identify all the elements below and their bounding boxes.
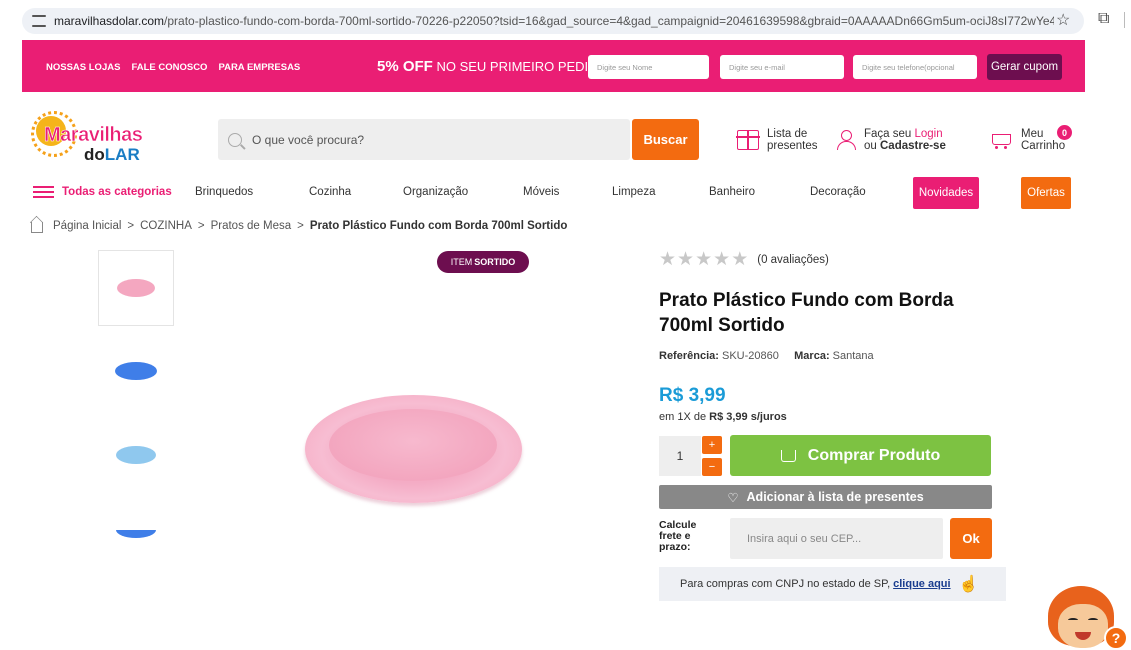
nav-item-banheiro[interactable]: Banheiro bbox=[709, 186, 755, 198]
add-to-gift-list-button[interactable]: ♡ Adicionar à lista de presentes bbox=[659, 485, 992, 509]
nav-item-limpeza[interactable]: Limpeza bbox=[612, 186, 655, 198]
hamburger-icon bbox=[33, 186, 54, 198]
nav-item-moveis[interactable]: Móveis bbox=[523, 186, 559, 198]
cart-icon bbox=[989, 130, 1013, 150]
cart-link[interactable]: Meu Carrinho bbox=[989, 128, 1065, 152]
product-thumbnail[interactable] bbox=[98, 356, 174, 386]
link-nossas-lojas[interactable]: NOSSAS LOJAS bbox=[46, 62, 120, 73]
product-thumbnail[interactable] bbox=[98, 530, 174, 544]
thumbnail-image-light-blue bbox=[116, 446, 156, 464]
quantity-decrease-button[interactable]: − bbox=[702, 458, 722, 476]
cnpj-text: Para compras com CNPJ no estado de SP, bbox=[680, 578, 891, 590]
account-label: Faça seu Login ou Cadastre-se bbox=[864, 128, 946, 152]
toolbar-divider bbox=[1124, 12, 1125, 28]
mascot-face bbox=[1058, 604, 1108, 648]
account-link[interactable]: Faça seu Login ou Cadastre-se bbox=[836, 128, 946, 152]
thumbnail-image-blue bbox=[115, 362, 157, 380]
star-icon: ★ bbox=[713, 249, 731, 270]
installment-info: em 1X de R$ 3,99 s/juros bbox=[659, 411, 787, 423]
buy-button[interactable]: Comprar Produto bbox=[730, 435, 991, 476]
search-placeholder: O que você procura? bbox=[252, 132, 365, 147]
search-button[interactable]: Buscar bbox=[632, 119, 699, 160]
nav-item-cozinha[interactable]: Cozinha bbox=[309, 186, 351, 198]
breadcrumb-separator: > bbox=[197, 220, 205, 232]
thumbnail-image-pink bbox=[117, 279, 155, 297]
cnpj-notice: Para compras com CNPJ no estado de SP, c… bbox=[659, 567, 1006, 601]
all-categories-label: Todas as categorias bbox=[62, 186, 172, 198]
promo-title: 5% OFF NO SEU PRIMEIRO PEDIDO bbox=[377, 58, 608, 75]
star-icon: ★ bbox=[677, 249, 695, 270]
url-text[interactable]: maravilhasdolar.com/prato-plastico-fundo… bbox=[54, 14, 1054, 28]
nav-item-organizacao[interactable]: Organização bbox=[403, 186, 468, 198]
promo-name-input[interactable]: Digite seu Nome bbox=[588, 55, 709, 79]
heart-icon: ♡ bbox=[727, 490, 739, 505]
star-icon: ★ bbox=[695, 249, 713, 270]
pointer-hand-icon: ☝ bbox=[958, 576, 979, 593]
user-icon bbox=[836, 130, 856, 150]
breadcrumb-separator: > bbox=[127, 220, 135, 232]
gift-list-label: Lista de presentes bbox=[767, 128, 818, 152]
promo-phone-input[interactable]: Digite seu telefone(opcional bbox=[853, 55, 977, 79]
category-nav: Todas as categorias Brinquedos Cozinha O… bbox=[0, 176, 1131, 210]
shipping-label: Calcule frete e prazo: bbox=[659, 519, 697, 553]
link-para-empresas[interactable]: PARA EMPRESAS bbox=[218, 62, 300, 73]
promo-bar: NOSSAS LOJAS FALE CONOSCO PARA EMPRESAS … bbox=[22, 40, 1085, 92]
buy-button-label: Comprar Produto bbox=[807, 446, 941, 464]
breadcrumb-cozinha[interactable]: COZINHA bbox=[140, 220, 192, 232]
cart-count-badge: 0 bbox=[1057, 125, 1072, 140]
help-question-icon[interactable]: ? bbox=[1104, 626, 1128, 650]
star-icon: ★ bbox=[659, 249, 677, 270]
quantity-input[interactable]: 1 bbox=[659, 436, 701, 476]
logo-text-line1: Maravilhas bbox=[44, 124, 143, 147]
logo-text-line2: doLAR bbox=[84, 145, 140, 164]
generate-coupon-button[interactable]: Gerar cupom bbox=[987, 54, 1062, 80]
gift-icon bbox=[736, 130, 760, 150]
item-sortido-badge: ITEM SORTIDO bbox=[437, 251, 529, 273]
gift-button-label: Adicionar à lista de presentes bbox=[746, 490, 924, 504]
site-settings-icon[interactable] bbox=[32, 15, 46, 27]
nav-item-novidades[interactable]: Novidades bbox=[913, 177, 979, 209]
rating-stars[interactable]: ★ ★ ★ ★ ★ (0 avaliações) bbox=[659, 250, 829, 269]
help-chat-mascot[interactable]: ? bbox=[1040, 578, 1130, 650]
breadcrumb-current: Prato Plástico Fundo com Borda 700ml Sor… bbox=[309, 220, 568, 232]
nav-item-ofertas[interactable]: Ofertas bbox=[1021, 177, 1071, 209]
nav-item-decoracao[interactable]: Decoração bbox=[810, 186, 866, 198]
extensions-icon[interactable]: ⧉ bbox=[1098, 10, 1109, 28]
gift-list-link[interactable]: Lista de presentes bbox=[736, 128, 818, 152]
promo-highlight: 5% OFF bbox=[377, 58, 433, 75]
breadcrumb: Página Inicial > COZINHA > Pratos de Mes… bbox=[31, 219, 567, 233]
product-thumbnail[interactable] bbox=[98, 250, 174, 326]
mascot-eye bbox=[1088, 618, 1098, 622]
link-fale-conosco[interactable]: FALE CONOSCO bbox=[131, 62, 207, 73]
browser-toolbar: maravilhasdolar.com/prato-plastico-fundo… bbox=[0, 0, 1131, 40]
main-product-image[interactable] bbox=[305, 395, 522, 503]
quantity-increase-button[interactable]: + bbox=[702, 436, 722, 454]
promo-email-input[interactable]: Digite seu e-mail bbox=[720, 55, 844, 79]
site-logo[interactable]: Maravilhas doLAR bbox=[31, 111, 162, 168]
breadcrumb-separator: > bbox=[297, 220, 304, 232]
product-price: R$ 3,99 bbox=[659, 385, 726, 406]
breadcrumb-pratos[interactable]: Pratos de Mesa bbox=[211, 220, 292, 232]
thumbnail-image-blue bbox=[116, 530, 156, 538]
product-thumbnail[interactable] bbox=[98, 440, 174, 470]
promo-links: NOSSAS LOJAS FALE CONOSCO PARA EMPRESAS bbox=[46, 62, 300, 73]
star-icon: ★ bbox=[731, 249, 749, 270]
product-title: Prato Plástico Fundo com Borda 700ml Sor… bbox=[659, 290, 954, 336]
breadcrumb-home[interactable]: Página Inicial bbox=[53, 220, 121, 232]
product-reference: Referência: SKU-20860 Marca: Santana bbox=[659, 350, 874, 362]
home-icon[interactable] bbox=[31, 222, 43, 233]
cep-ok-button[interactable]: Ok bbox=[950, 518, 992, 559]
review-count: (0 avaliações) bbox=[757, 253, 829, 266]
all-categories-menu[interactable]: Todas as categorias bbox=[33, 186, 172, 198]
cart-icon bbox=[780, 449, 796, 462]
search-input[interactable]: O que você procura? bbox=[218, 119, 630, 160]
bookmark-star-icon[interactable]: ☆ bbox=[1056, 10, 1070, 30]
cep-input[interactable]: Insira aqui o seu CEP... bbox=[730, 518, 943, 559]
cnpj-link[interactable]: clique aqui bbox=[893, 578, 950, 590]
promo-text: NO SEU PRIMEIRO PEDIDO bbox=[436, 59, 608, 74]
nav-item-brinquedos[interactable]: Brinquedos bbox=[195, 186, 253, 198]
mascot-eye bbox=[1068, 618, 1078, 622]
search-icon bbox=[228, 132, 242, 147]
address-bar[interactable]: maravilhasdolar.com/prato-plastico-fundo… bbox=[22, 8, 1084, 34]
